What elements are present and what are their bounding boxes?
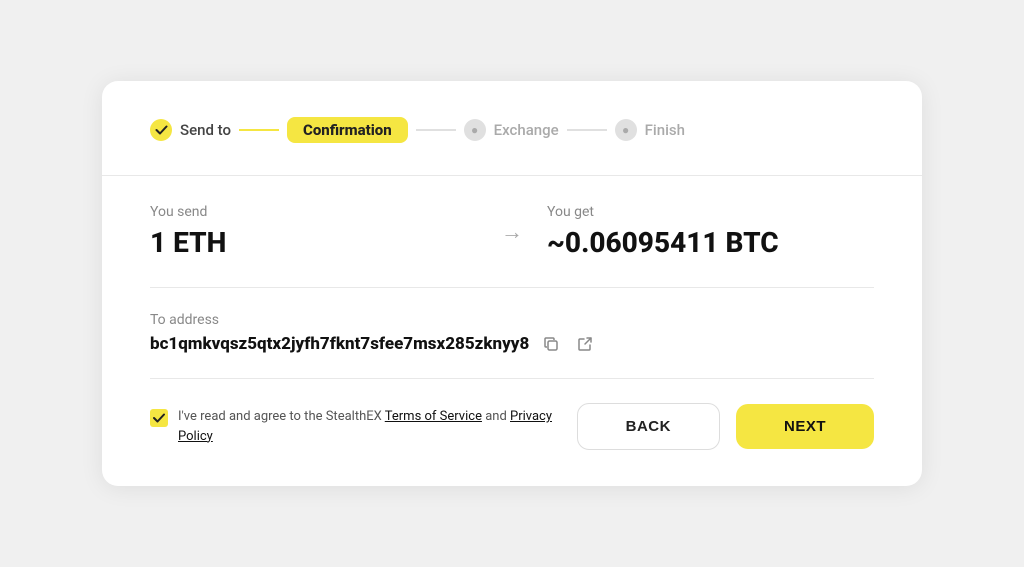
step-exchange: ● Exchange <box>464 119 559 141</box>
stepper: Send to Confirmation ● Exchange ● Finish <box>150 117 874 143</box>
send-amount: 1 ETH <box>150 226 477 259</box>
get-label: You get <box>547 204 874 220</box>
send-block: You send 1 ETH <box>150 204 477 259</box>
action-buttons: BACK NEXT <box>577 403 874 450</box>
back-button[interactable]: BACK <box>577 403 720 450</box>
step-confirmation-label: Confirmation <box>287 117 408 143</box>
connector-1 <box>239 129 279 131</box>
step-finish-label: Finish <box>645 121 685 139</box>
address-row: bc1qmkvqsz5qtx2jyfh7fknt7sfee7msx285zkny… <box>150 334 874 354</box>
address-label: To address <box>150 312 874 328</box>
step-confirmation: Confirmation <box>287 117 408 143</box>
step-send-to: Send to <box>150 119 231 141</box>
get-amount: ~0.06095411 BTC <box>547 226 874 259</box>
tos-link[interactable]: Terms of Service <box>385 409 482 424</box>
step-finish-circle: ● <box>615 119 637 141</box>
step-finish: ● Finish <box>615 119 685 141</box>
address-section: To address bc1qmkvqsz5qtx2jyfh7fknt7sfee… <box>150 288 874 379</box>
step-send-to-label: Send to <box>180 121 231 139</box>
address-value: bc1qmkvqsz5qtx2jyfh7fknt7sfee7msx285zkny… <box>150 334 529 354</box>
arrow-icon: → <box>477 219 547 245</box>
terms-text: I've read and agree to the StealthEX Ter… <box>178 407 577 446</box>
open-address-button[interactable] <box>573 334 597 354</box>
step-exchange-circle: ● <box>464 119 486 141</box>
copy-address-button[interactable] <box>539 334 563 354</box>
connector-3 <box>567 129 607 131</box>
next-button[interactable]: NEXT <box>736 404 874 449</box>
exchange-section: You send 1 ETH → You get ~0.06095411 BTC <box>150 176 874 288</box>
get-block: You get ~0.06095411 BTC <box>547 204 874 259</box>
terms-checkbox[interactable] <box>150 409 168 427</box>
send-label: You send <box>150 204 477 220</box>
step-exchange-label: Exchange <box>494 121 559 139</box>
step-send-to-circle <box>150 119 172 141</box>
connector-2 <box>416 129 456 131</box>
confirmation-card: Send to Confirmation ● Exchange ● Finish… <box>102 81 922 486</box>
terms-row: I've read and agree to the StealthEX Ter… <box>150 407 577 446</box>
footer-section: I've read and agree to the StealthEX Ter… <box>150 379 874 450</box>
